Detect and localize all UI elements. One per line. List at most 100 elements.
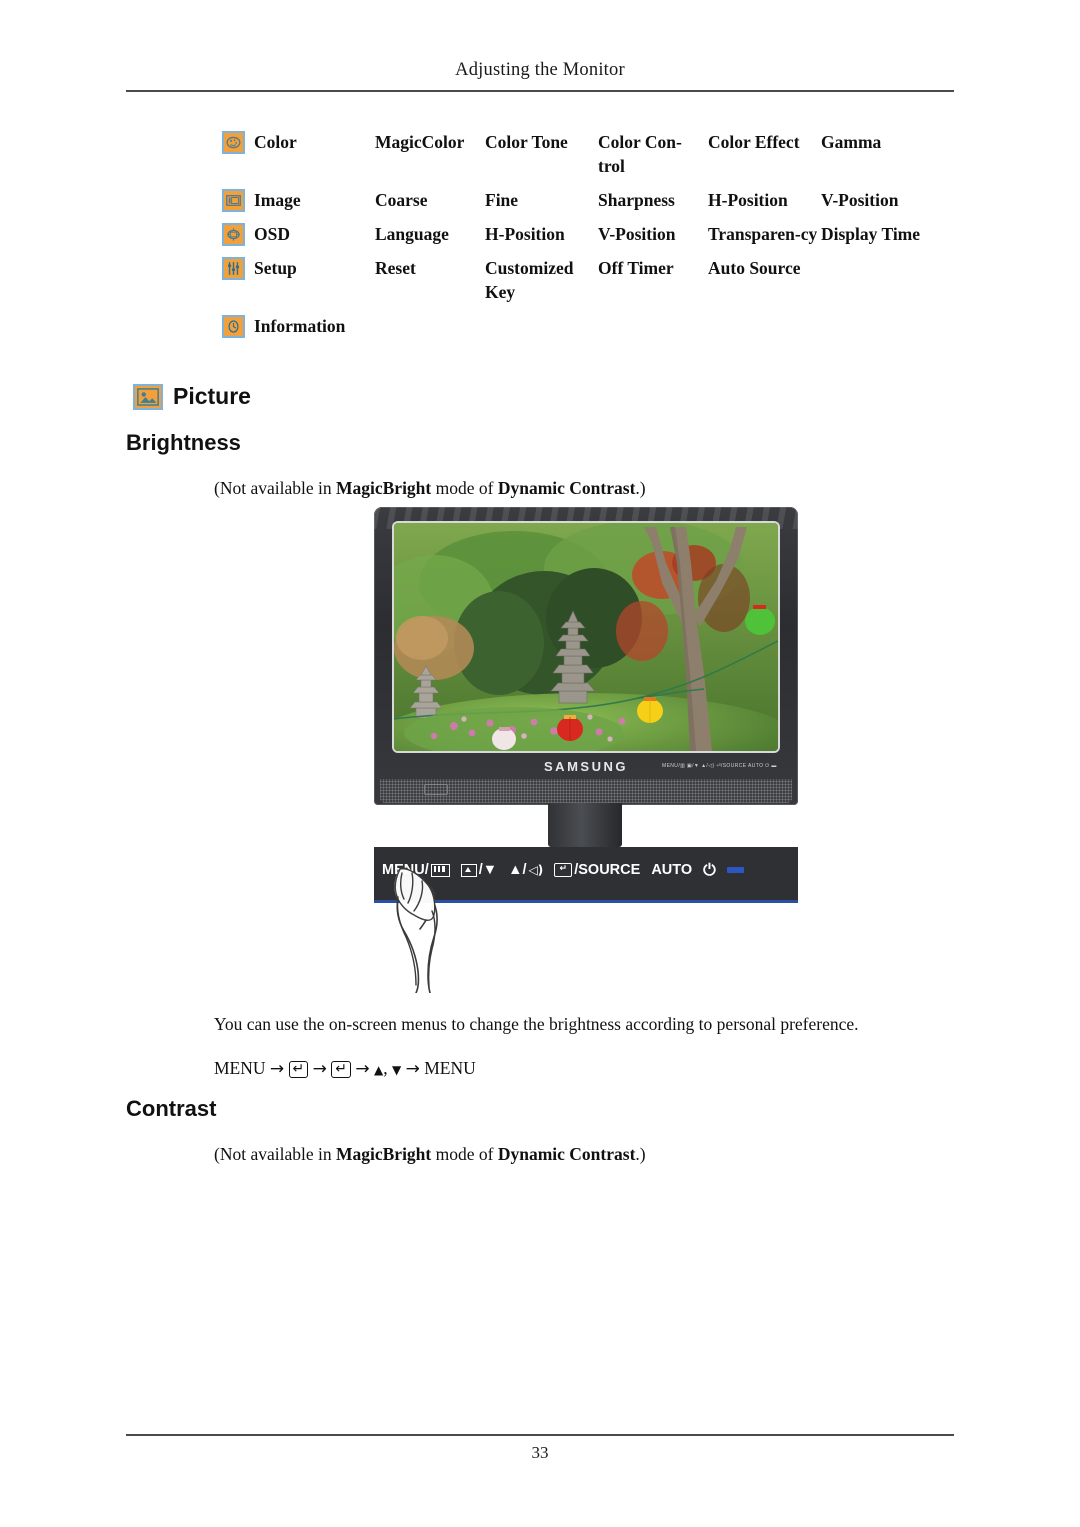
monitor-screen xyxy=(394,523,778,751)
note-magicbright: MagicBright xyxy=(335,478,432,498)
menu-category-label: Setup xyxy=(254,258,297,278)
brightness-description: You can use the on-screen menus to chang… xyxy=(214,1014,859,1034)
speaker-icon: ◁) xyxy=(528,863,544,877)
information-clock-icon xyxy=(222,315,245,338)
osd-menu-map-table: Color MagicColor Color Tone Color Con-tr… xyxy=(222,130,962,348)
up-volume-button[interactable]: ▲/ ◁) xyxy=(508,862,543,878)
menu-category-label: Information xyxy=(254,316,346,336)
table-row: OSD Language H-Position V-Position Trans… xyxy=(222,222,962,246)
menu-item: Fine xyxy=(485,190,519,210)
menu-item: Coarse xyxy=(375,190,428,210)
down-button-label: /▼ xyxy=(478,862,498,878)
menu-item: Auto Source xyxy=(708,258,801,278)
led-indicator xyxy=(726,867,744,873)
table-row: Image Coarse Fine Sharpness H-Position V… xyxy=(222,188,962,212)
menu-button[interactable]: MENU/ xyxy=(382,862,450,878)
power-button[interactable]: ⏻ xyxy=(703,860,716,880)
picture-section-heading: Picture xyxy=(133,383,251,410)
picture-icon xyxy=(133,383,163,410)
nav-arrow-3: → xyxy=(355,1059,370,1079)
garden-scene-image xyxy=(394,523,778,751)
menu-item: Color Con-trol xyxy=(598,132,682,176)
contrast-heading: Contrast xyxy=(126,1096,217,1121)
monitor-stand-neck xyxy=(548,803,622,847)
page-number: 33 xyxy=(531,1443,549,1462)
enter-key-icon: ↵ xyxy=(288,1061,309,1078)
page-header-title: Adjusting the Monitor xyxy=(455,60,625,80)
source-button-label: /SOURCE xyxy=(574,862,641,878)
footer-divider xyxy=(126,1434,954,1436)
image-frame-icon xyxy=(222,189,245,212)
menu-item: MagicColor xyxy=(375,132,465,152)
note-suffix: .) xyxy=(635,478,646,498)
menu-item: Display Time xyxy=(821,224,921,244)
menu-category-label: Image xyxy=(254,190,301,210)
menu-item: V-Position xyxy=(821,190,899,210)
table-row: Setup Reset Customized Key Off Timer Aut… xyxy=(222,256,962,304)
down-arrow-icon: ▼ xyxy=(391,1063,402,1077)
control-panel-closeup: MENU/ /▼ ▲/ ◁) ↵ /SOURCE AUTO ⏻ xyxy=(374,847,798,993)
menu-category-osd: OSD xyxy=(222,222,375,246)
note-dynamic-contrast: Dynamic Contrast xyxy=(497,478,636,498)
picture-heading-label: Picture xyxy=(173,383,251,409)
menu-item: Color Tone xyxy=(485,132,568,152)
header-divider xyxy=(126,90,954,92)
menu-item: Sharpness xyxy=(598,190,675,210)
menu-category-label: OSD xyxy=(254,224,290,244)
table-row: Information xyxy=(222,314,962,338)
nav-comma: , xyxy=(383,1058,388,1078)
menu-item: H-Position xyxy=(485,224,565,244)
menu-category-setup: Setup xyxy=(222,256,375,280)
up-arrow-icon: ▲ xyxy=(374,1063,384,1077)
menu-item: Color Effect xyxy=(708,132,800,152)
menu-item: Off Timer xyxy=(598,258,674,278)
menu-item: H-Position xyxy=(708,190,788,210)
menu-category-image: Image xyxy=(222,188,375,212)
setup-sliders-icon xyxy=(222,257,245,280)
osd-grid-icon xyxy=(222,223,245,246)
menu-item: V-Position xyxy=(598,224,676,244)
down-brightness-button[interactable]: /▼ xyxy=(460,862,498,878)
monitor-bezel: SAMSUNG MENU/▥ ▣/▼ ▲/◁) ⏎/SOURCE AUTO ⏻ … xyxy=(374,507,798,805)
menu-category-label: Color xyxy=(254,132,297,152)
table-row: Color MagicColor Color Tone Color Con-tr… xyxy=(222,130,962,178)
note-prefix: (Not available in xyxy=(214,478,336,498)
menu-item: Reset xyxy=(375,258,416,278)
note-prefix: (Not available in xyxy=(214,1144,336,1164)
note-dynamic-contrast: Dynamic Contrast xyxy=(497,1144,636,1164)
power-icon: ⏻ xyxy=(703,860,716,879)
bezel-key-strip: MENU/▥ ▣/▼ ▲/◁) ⏎/SOURCE AUTO ⏻ ▬ xyxy=(662,763,777,769)
nav-arrow-1: → xyxy=(269,1059,285,1079)
brightness-nav-path: MENU → ↵ → ↵ → ▲, ▼ → MENU xyxy=(214,1055,476,1083)
enter-icon: ↵ xyxy=(554,863,573,877)
menu-item: Gamma xyxy=(821,132,882,152)
auto-button-label: AUTO xyxy=(651,862,693,878)
contrast-availability-note: (Not available in MagicBright mode of Dy… xyxy=(214,1141,646,1167)
source-enter-button[interactable]: ↵ /SOURCE xyxy=(554,862,640,878)
nav-end: MENU xyxy=(424,1058,476,1078)
nav-arrow-4: → xyxy=(405,1059,420,1079)
control-buttons-row: MENU/ /▼ ▲/ ◁) ↵ /SOURCE AUTO ⏻ xyxy=(382,860,744,880)
hand-pointing-illustration xyxy=(376,863,496,993)
menu-button-label: MENU/ xyxy=(382,862,429,878)
brightness-icon xyxy=(460,863,477,877)
menu-item: Customized Key xyxy=(485,258,574,302)
auto-button[interactable]: AUTO xyxy=(651,862,692,878)
document-page: Adjusting the Monitor Color MagicColor C… xyxy=(0,0,1080,1527)
note-magicbright: MagicBright xyxy=(335,1144,432,1164)
osd-bars-icon xyxy=(430,863,450,877)
brightness-heading: Brightness xyxy=(126,430,241,455)
enter-key-icon: ↵ xyxy=(331,1061,351,1078)
note-mid: mode of xyxy=(431,1144,498,1164)
menu-item: Transparen-cy xyxy=(708,224,818,244)
monitor-figure: SAMSUNG MENU/▥ ▣/▼ ▲/◁) ⏎/SOURCE AUTO ⏻ … xyxy=(374,507,798,993)
up-button-label: ▲/ xyxy=(508,862,527,878)
menu-category-information: Information xyxy=(222,314,375,338)
nav-start: MENU xyxy=(214,1058,266,1078)
note-mid: mode of xyxy=(431,478,498,498)
brightness-availability-note: (Not available in MagicBright mode of Dy… xyxy=(214,475,646,501)
color-palette-icon xyxy=(222,131,245,154)
nav-arrow-2: → xyxy=(312,1059,327,1079)
grille-badge xyxy=(424,784,448,795)
menu-item: Language xyxy=(375,224,449,244)
